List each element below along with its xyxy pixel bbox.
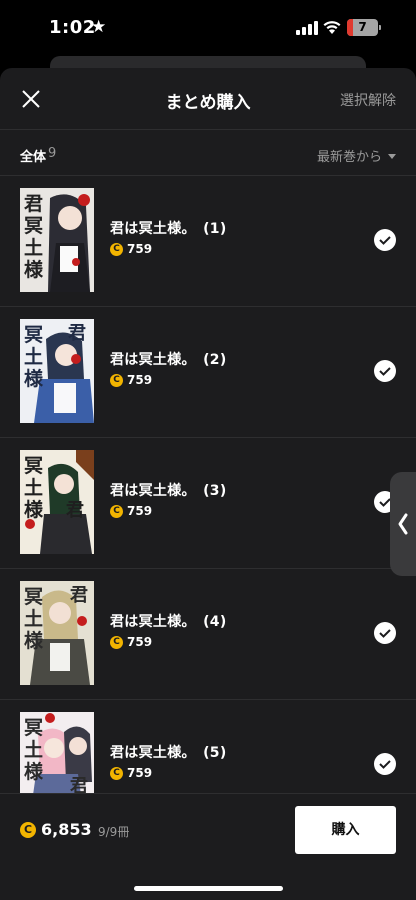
- svg-text:君: 君: [68, 323, 86, 344]
- selected-volumes: 9/9冊: [98, 825, 130, 839]
- side-drawer-handle[interactable]: [390, 472, 416, 576]
- filter-row: 全体 9 最新巻から: [0, 130, 416, 176]
- item-price: 759: [127, 766, 153, 780]
- filter-count: 9: [48, 146, 57, 161]
- purchase-footer: C 6,853 9/9冊 購入: [0, 793, 416, 900]
- sheet-header: まとめ購入 選択解除: [0, 68, 416, 130]
- item-title: 君は冥土様。 (2): [110, 352, 227, 368]
- item-price: 759: [127, 242, 153, 256]
- svg-text:様: 様: [24, 258, 44, 281]
- svg-text:様: 様: [24, 629, 44, 652]
- sort-dropdown[interactable]: 最新巻から: [317, 146, 396, 165]
- svg-text:土: 土: [24, 346, 43, 368]
- cover-image: 冥 土 様 君: [20, 450, 94, 554]
- svg-text:様: 様: [24, 367, 44, 390]
- battery-level: 7: [358, 20, 367, 34]
- svg-text:君: 君: [70, 585, 88, 606]
- home-indicator[interactable]: [134, 886, 283, 891]
- item-price: 759: [127, 373, 153, 387]
- svg-text:冥: 冥: [24, 324, 43, 346]
- svg-text:土: 土: [24, 477, 43, 499]
- item-title: 君は冥土様。 (3): [110, 483, 227, 499]
- item-title: 君は冥土様。 (5): [110, 745, 227, 761]
- item-title: 君は冥土様。 (1): [110, 221, 227, 237]
- checkmark-icon[interactable]: [374, 360, 396, 382]
- item-price: 759: [127, 635, 153, 649]
- coin-icon: C: [110, 505, 123, 518]
- battery-icon: 7: [347, 19, 381, 36]
- coin-icon: C: [110, 636, 123, 649]
- filter-all-label: 全体: [20, 150, 47, 165]
- svg-text:様: 様: [24, 760, 44, 783]
- status-time: 1:02: [49, 17, 96, 38]
- list-item[interactable]: 冥 土 様 君 君は冥土様。 (3) C 759: [0, 438, 416, 569]
- svg-text:土: 土: [24, 237, 43, 259]
- checkmark-icon[interactable]: [374, 622, 396, 644]
- item-price: 759: [127, 504, 153, 518]
- list-item[interactable]: 君 冥 土 様 君は冥土様。 (1) C 759: [0, 176, 416, 307]
- deselect-button[interactable]: 選択解除: [340, 90, 396, 110]
- svg-text:様: 様: [24, 498, 44, 521]
- signal-icon: [296, 21, 318, 35]
- status-bar: 1:02 ★ 7: [0, 0, 416, 58]
- svg-text:土: 土: [24, 739, 43, 761]
- cover-image: 君 冥 土 様: [20, 188, 94, 292]
- coin-icon: C: [110, 767, 123, 780]
- chevron-down-icon: [388, 154, 396, 159]
- cover-image: 冥 土 様 君: [20, 581, 94, 685]
- volume-list: 君 冥 土 様 君は冥土様。 (1) C 759 冥 土 様 君 君は冥土様。 …: [0, 176, 416, 831]
- cover-image: 冥 土 様 君: [20, 319, 94, 423]
- coin-icon: C: [20, 822, 36, 838]
- list-item[interactable]: 冥 土 様 君 君は冥土様。 (4) C 759: [0, 569, 416, 700]
- svg-text:君: 君: [66, 500, 84, 521]
- bulk-purchase-sheet: まとめ購入 選択解除 全体 9 最新巻から 君 冥 土 様 君は冥土様。 (1)…: [0, 68, 416, 900]
- svg-text:冥: 冥: [24, 586, 43, 608]
- sort-label: 最新巻から: [316, 150, 382, 165]
- checkmark-icon[interactable]: [374, 753, 396, 775]
- coin-icon: C: [110, 374, 123, 387]
- checkmark-icon[interactable]: [374, 229, 396, 251]
- svg-text:冥: 冥: [24, 455, 43, 477]
- item-title: 君は冥土様。 (4): [110, 614, 227, 630]
- buy-button[interactable]: 購入: [295, 806, 396, 854]
- total-price: 6,853: [41, 820, 92, 839]
- coin-icon: C: [110, 243, 123, 256]
- list-item[interactable]: 冥 土 様 君 君は冥土様。 (2) C 759: [0, 307, 416, 438]
- star-icon: ★: [91, 17, 107, 37]
- chevron-left-icon: [398, 513, 408, 535]
- svg-text:土: 土: [24, 608, 43, 630]
- svg-text:冥: 冥: [24, 717, 43, 739]
- wifi-icon: [323, 21, 341, 34]
- svg-text:冥: 冥: [24, 215, 43, 237]
- svg-text:君: 君: [24, 193, 43, 215]
